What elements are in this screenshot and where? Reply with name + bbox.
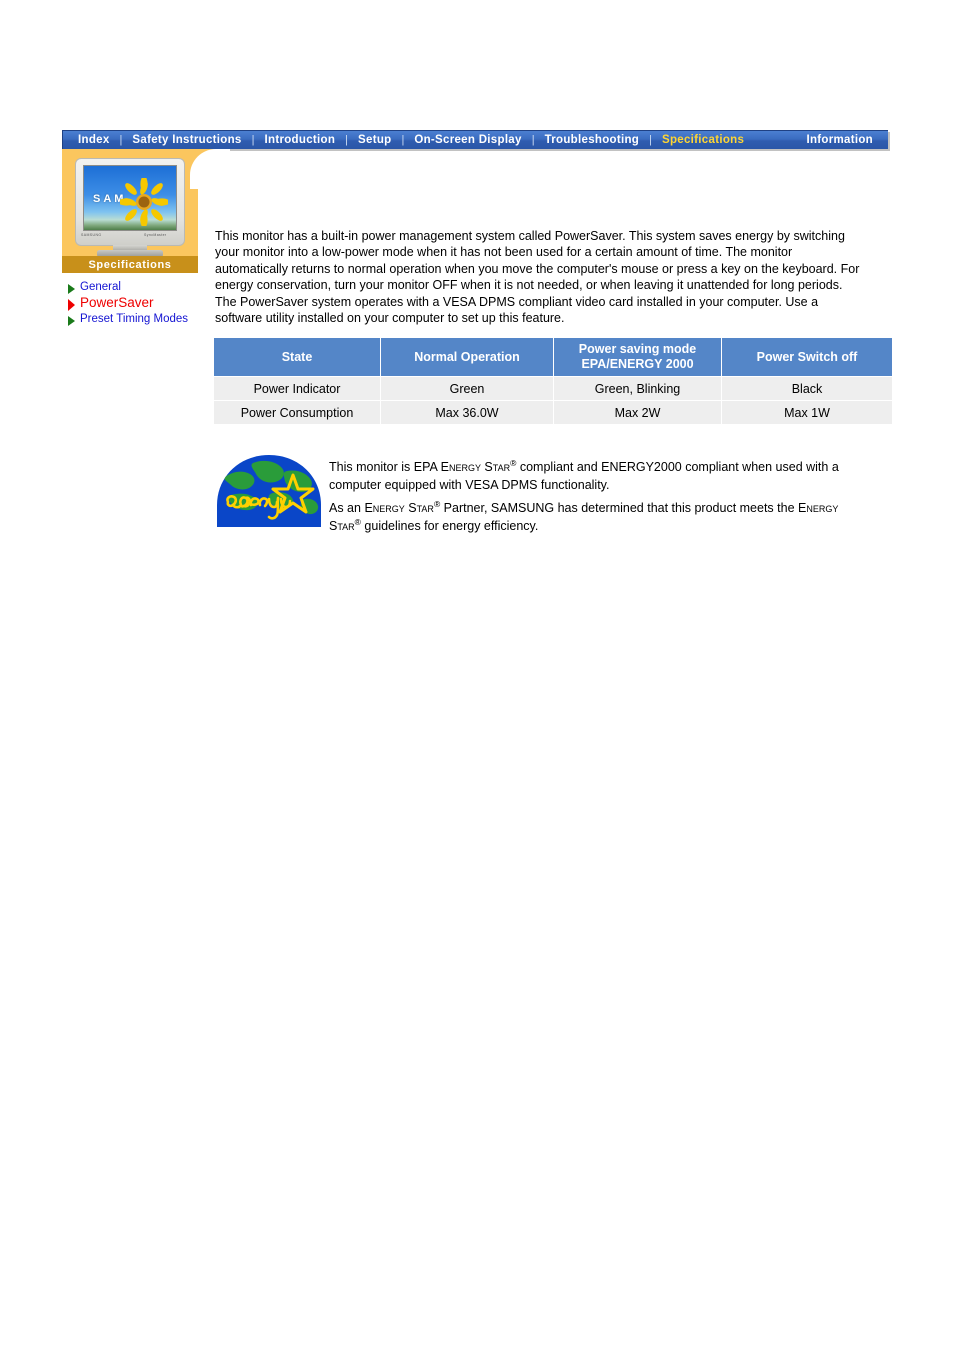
sidebar-item-powersaver[interactable]: PowerSaver [68,296,198,311]
nav-item-index[interactable]: Index [69,132,119,149]
table-row: Power Indicator Green Green, Blinking Bl… [214,377,892,400]
top-navigation-bar: Index | Safety Instructions | Introducti… [62,130,888,149]
sidebar-section-band: Specifications [62,256,198,273]
table-header-saving-line2: EPA/ENERGY 2000 [581,357,694,371]
power-specifications-table: State Normal Operation Power saving mode… [213,337,893,425]
energy-star-wordmark: Energy Star [364,501,434,515]
monitor-thumbnail: SAM SAMSUNG SyncMaster [75,158,185,257]
cell-power-consumption-state: Power Consumption [214,401,380,424]
triangle-right-icon [68,299,75,311]
nav-item-specifications[interactable]: Specifications [653,132,753,149]
powersaver-intro-paragraph: This monitor has a built-in power manage… [215,228,860,326]
sidebar-item-general[interactable]: General [68,281,198,294]
nav-item-safety-instructions[interactable]: Safety Instructions [123,132,250,149]
energy-p2-part-a: As an [329,501,365,515]
cell-power-indicator-normal: Green [381,377,553,400]
table-header-saving-line1: Power saving mode [578,342,697,356]
table-header-state: State [214,338,380,376]
cell-power-indicator-state: Power Indicator [214,377,380,400]
energy-star-logo-icon [217,455,321,527]
table-row: Power Consumption Max 36.0W Max 2W Max 1… [214,401,892,424]
table-header-normal-operation: Normal Operation [381,338,553,376]
sidebar-link-list: General PowerSaver Preset Timing Modes [68,281,198,328]
monitor-screen: SAM [83,165,177,231]
nav-item-information[interactable]: Information [797,132,882,149]
nav-item-setup[interactable]: Setup [349,132,400,149]
nav-item-introduction[interactable]: Introduction [256,132,345,149]
monitor-bezel: SAM SAMSUNG SyncMaster [75,158,185,246]
sidebar-item-label: General [80,281,121,293]
sidebar-item-label: Preset Timing Modes [80,313,189,325]
table-header-row: State Normal Operation Power saving mode… [214,338,892,376]
energy-star-section: This monitor is EPA Energy Star® complia… [217,455,862,535]
sidebar-item-preset-timing-modes[interactable]: Preset Timing Modes [68,313,198,326]
monitor-brand-label: SAMSUNG [81,233,102,237]
energy-star-text: This monitor is EPA Energy Star® complia… [329,455,862,535]
energy-star-wordmark: Energy Star [440,460,511,474]
energy-p1-part-a: This monitor is EPA [329,460,441,474]
cell-power-consumption-saving: Max 2W [554,401,721,424]
triangle-right-icon [68,284,75,294]
cell-power-consumption-off: Max 1W [722,401,892,424]
table-header-power-switch-off: Power Switch off [722,338,892,376]
energy-star-paragraph-1: This monitor is EPA Energy Star® complia… [329,459,862,494]
sunflower-icon [120,178,168,226]
cell-power-consumption-normal: Max 36.0W [381,401,553,424]
nav-item-on-screen-display[interactable]: On-Screen Display [405,132,530,149]
table-header-power-saving-mode: Power saving mode EPA/ENERGY 2000 [554,338,721,376]
monitor-model-label: SyncMaster [144,233,167,237]
cell-power-indicator-saving: Green, Blinking [554,377,721,400]
sidebar-section-label: Specifications [88,258,172,271]
nav-item-troubleshooting[interactable]: Troubleshooting [536,132,649,149]
energy-star-paragraph-2: As an Energy Star® Partner, SAMSUNG has … [329,500,862,535]
energy-p2-part-c: guidelines for energy efficiency. [360,518,539,533]
cell-power-indicator-off: Black [722,377,892,400]
energy-p2-part-b: Partner, SAMSUNG has determined that thi… [440,501,799,515]
triangle-right-icon [68,316,75,326]
sidebar-item-label: PowerSaver [80,295,154,310]
